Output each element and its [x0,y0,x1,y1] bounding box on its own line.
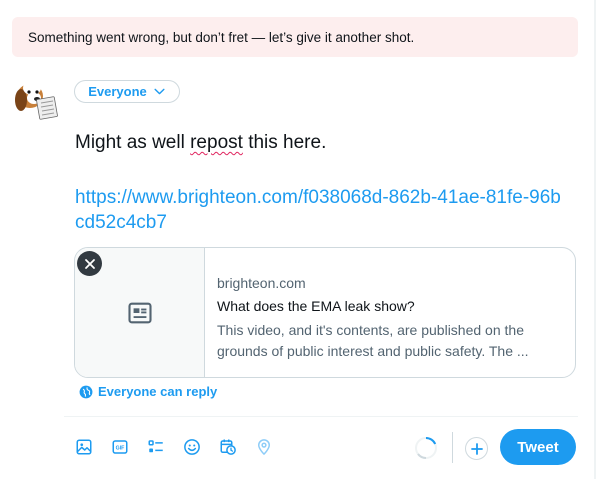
audience-selector-button[interactable]: Everyone [74,80,180,103]
link-preview-card[interactable]: brighteon.com What does the EMA leak sho… [74,247,576,378]
schedule-button[interactable] [217,436,239,458]
toolbar-separator [452,432,453,463]
article-icon [127,302,152,323]
remove-card-button[interactable] [77,251,102,276]
misspelled-word[interactable]: repost [190,132,243,153]
location-button[interactable] [253,436,275,458]
error-message: Something went wrong, but don’t fret — l… [28,29,415,45]
add-tweet-to-thread-button[interactable] [465,437,488,460]
gif-label: GIF [116,445,126,451]
add-gif-button[interactable]: GIF [109,436,131,458]
chevron-down-icon [154,88,165,95]
tweet-text-input[interactable]: Might as well repost this here. [75,130,555,156]
schedule-icon [220,439,236,455]
tweet-text-part: this here. [242,132,327,153]
avatar[interactable] [10,76,62,122]
progress-ring-icon [415,436,437,459]
tweet-button[interactable]: Tweet [500,429,576,465]
card-body: brighteon.com What does the EMA leak sho… [205,248,575,377]
tweet-url-text[interactable]: https://www.brighteon.com/f038068d-862b-… [75,185,565,235]
image-icon [76,439,92,455]
audience-label: Everyone [88,84,147,99]
poll-icon [148,440,163,453]
close-icon [84,258,95,269]
card-domain: brighteon.com [217,275,306,291]
card-title: What does the EMA leak show? [217,298,415,314]
plus-icon [470,442,483,455]
add-media-button[interactable] [73,436,95,458]
add-emoji-button[interactable] [181,436,203,458]
globe-icon [79,385,93,398]
reply-setting-label: Everyone can reply [98,384,218,399]
gif-icon: GIF [112,440,128,454]
add-poll-button[interactable] [145,436,167,458]
emoji-icon [184,439,200,455]
toolbar-divider [64,416,578,417]
character-count-ring [414,436,438,460]
location-icon [258,439,270,455]
tweet-text-part: Might as well [75,132,191,153]
error-banner: Something went wrong, but don’t fret — l… [12,17,578,57]
dog-avatar-icon [15,81,58,120]
card-description: This video, and it's contents, are publi… [217,322,529,359]
reply-setting-button[interactable]: Everyone can reply [79,384,217,399]
